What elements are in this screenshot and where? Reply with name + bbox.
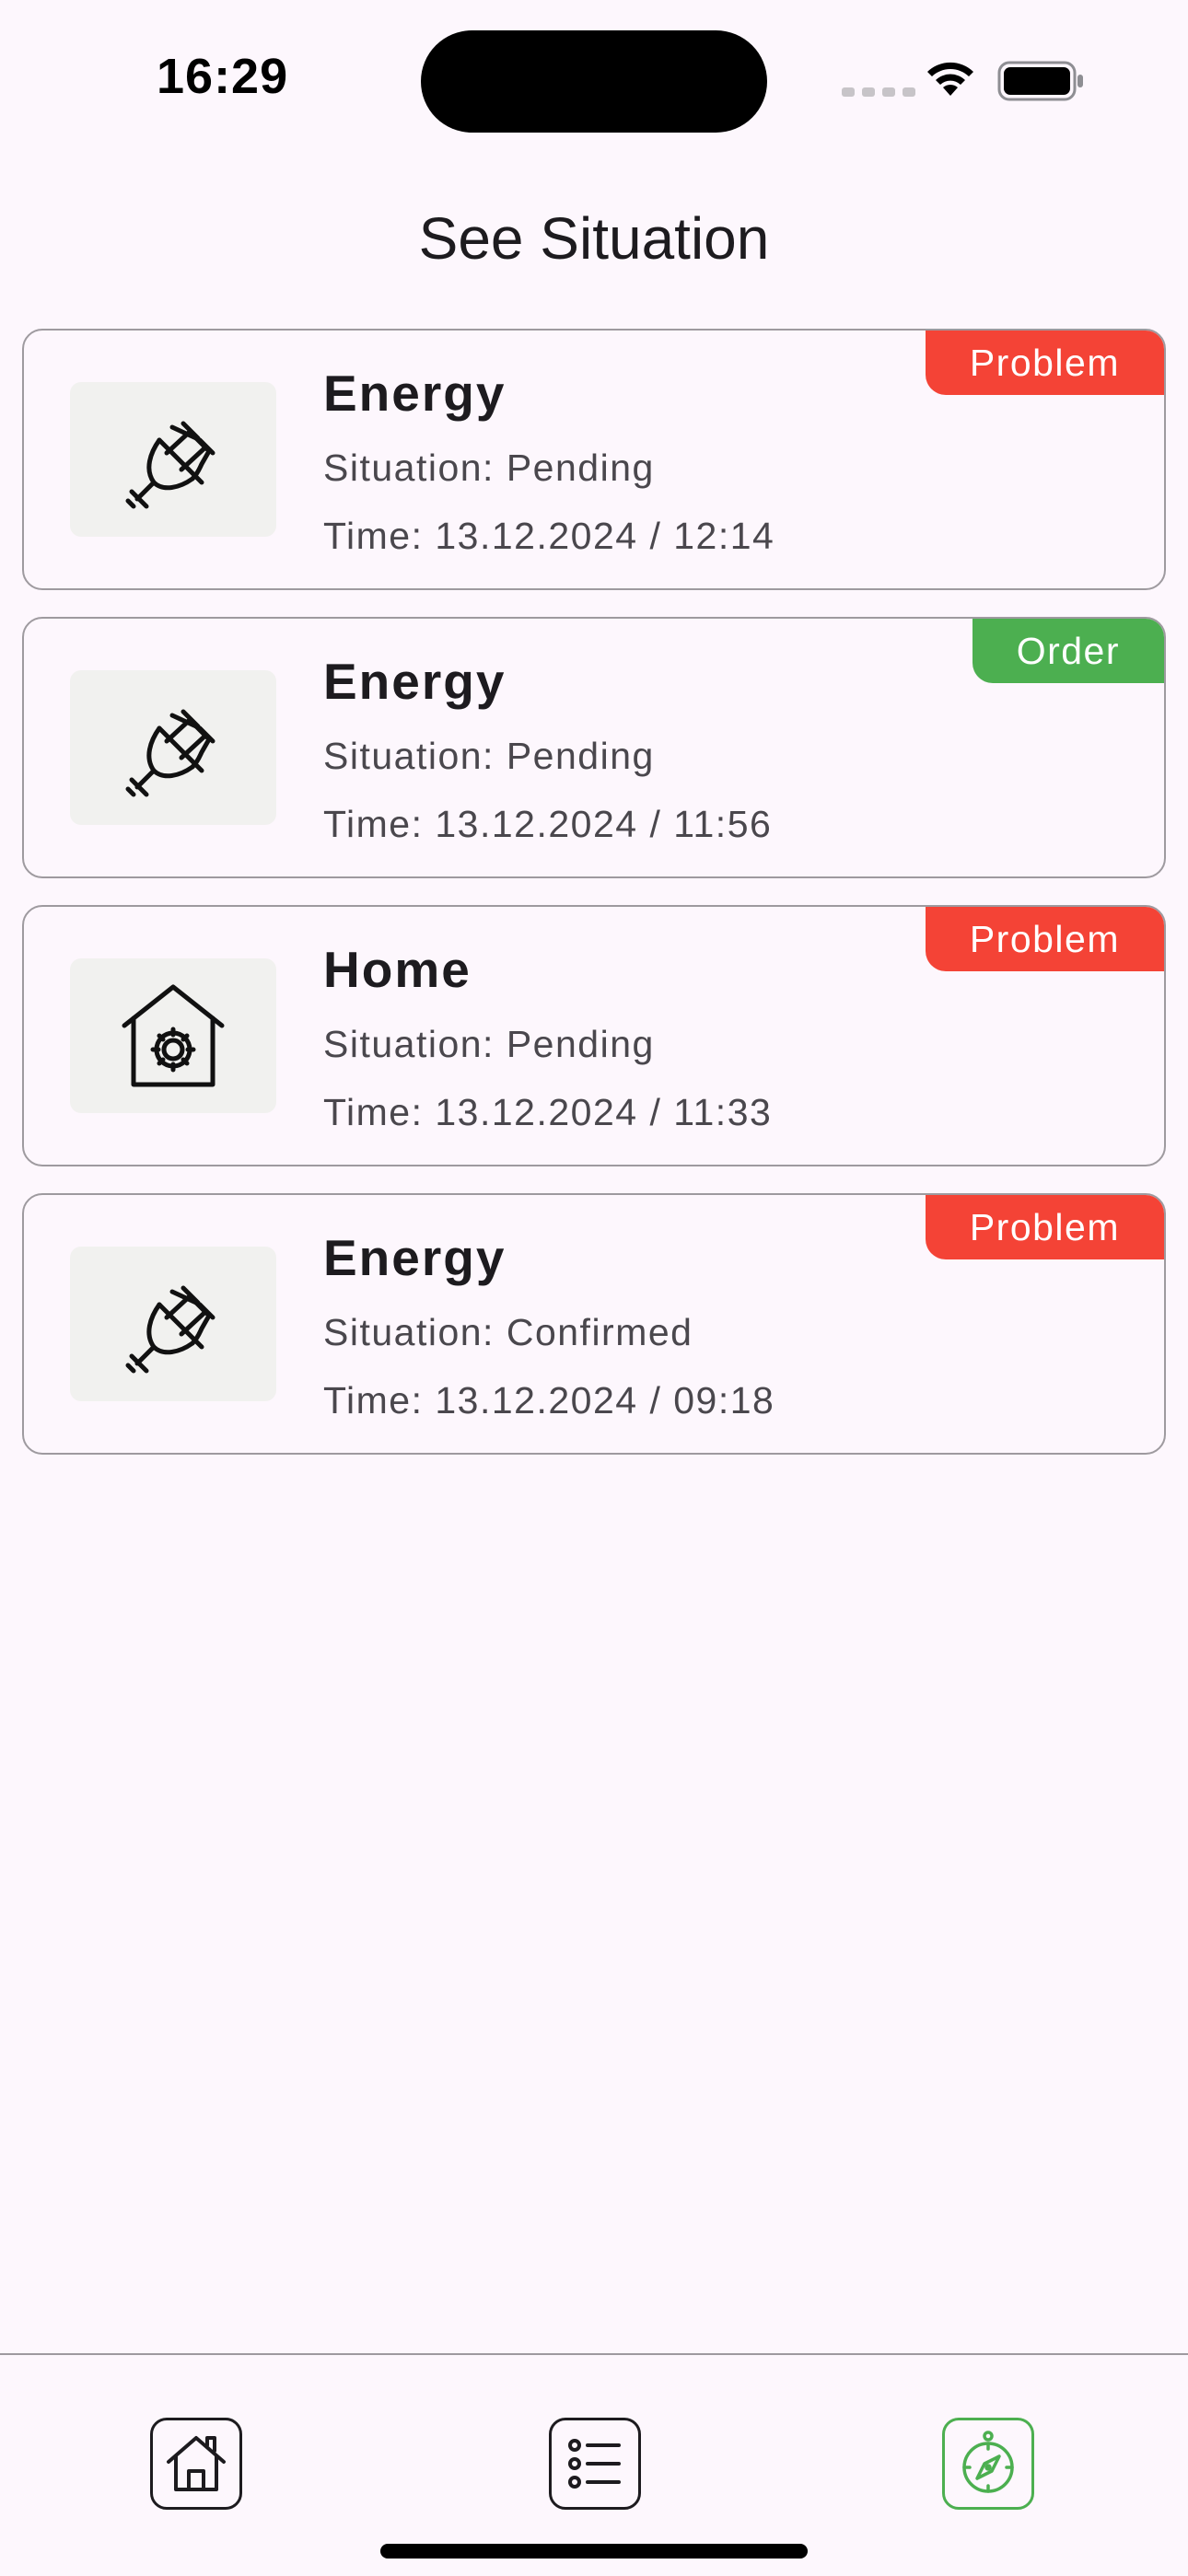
card-situation: Situation: Pending xyxy=(323,447,655,489)
situation-card[interactable]: Energy Situation: Pending Time: 13.12.20… xyxy=(22,329,1166,590)
home-settings-icon xyxy=(122,984,225,1087)
plug-icon xyxy=(125,1285,215,1374)
card-title: Energy xyxy=(323,653,507,710)
card-title: Energy xyxy=(323,1229,507,1286)
cellular-signal-icon xyxy=(842,87,915,97)
nav-compass-button[interactable] xyxy=(942,2418,1034,2510)
card-situation: Situation: Pending xyxy=(323,1023,655,1065)
situation-list: Energy Situation: Pending Time: 13.12.20… xyxy=(22,329,1166,1481)
home-icon xyxy=(167,2436,226,2491)
card-time: Time: 13.12.2024 / 11:56 xyxy=(323,803,773,845)
battery-icon xyxy=(997,61,1083,101)
card-time: Time: 13.12.2024 / 12:14 xyxy=(323,515,775,557)
situation-card[interactable]: Home Situation: Pending Time: 13.12.2024… xyxy=(22,905,1166,1166)
home-indicator[interactable] xyxy=(380,2544,808,2559)
status-bar: 16:29 xyxy=(0,0,1188,157)
problem-badge: Problem xyxy=(925,907,1164,971)
compass-icon xyxy=(962,2431,1014,2493)
situation-card[interactable]: Energy Situation: Pending Time: 13.12.20… xyxy=(22,617,1166,878)
order-badge: Order xyxy=(972,619,1164,683)
card-time: Time: 13.12.2024 / 09:18 xyxy=(323,1379,775,1421)
wifi-icon xyxy=(927,62,973,96)
dynamic-island xyxy=(421,30,767,133)
problem-badge: Problem xyxy=(925,331,1164,395)
card-icon-box xyxy=(70,1247,276,1401)
page-title: See Situation xyxy=(418,205,770,272)
plug-icon xyxy=(125,421,215,509)
card-title: Home xyxy=(323,941,472,998)
card-icon-box xyxy=(70,670,276,825)
card-icon-box xyxy=(70,382,276,537)
bottom-nav xyxy=(0,2353,1188,2576)
plug-icon xyxy=(125,709,215,797)
list-icon xyxy=(568,2439,621,2489)
situation-card[interactable]: Energy Situation: Confirmed Time: 13.12.… xyxy=(22,1193,1166,1455)
card-title: Energy xyxy=(323,365,507,422)
problem-badge: Problem xyxy=(925,1195,1164,1259)
card-icon-box xyxy=(70,958,276,1113)
card-time: Time: 13.12.2024 / 11:33 xyxy=(323,1091,773,1133)
card-situation: Situation: Pending xyxy=(323,735,655,777)
card-situation: Situation: Confirmed xyxy=(323,1311,693,1353)
nav-list-button[interactable] xyxy=(549,2418,641,2510)
status-time: 16:29 xyxy=(157,49,289,104)
nav-home-button[interactable] xyxy=(150,2418,242,2510)
